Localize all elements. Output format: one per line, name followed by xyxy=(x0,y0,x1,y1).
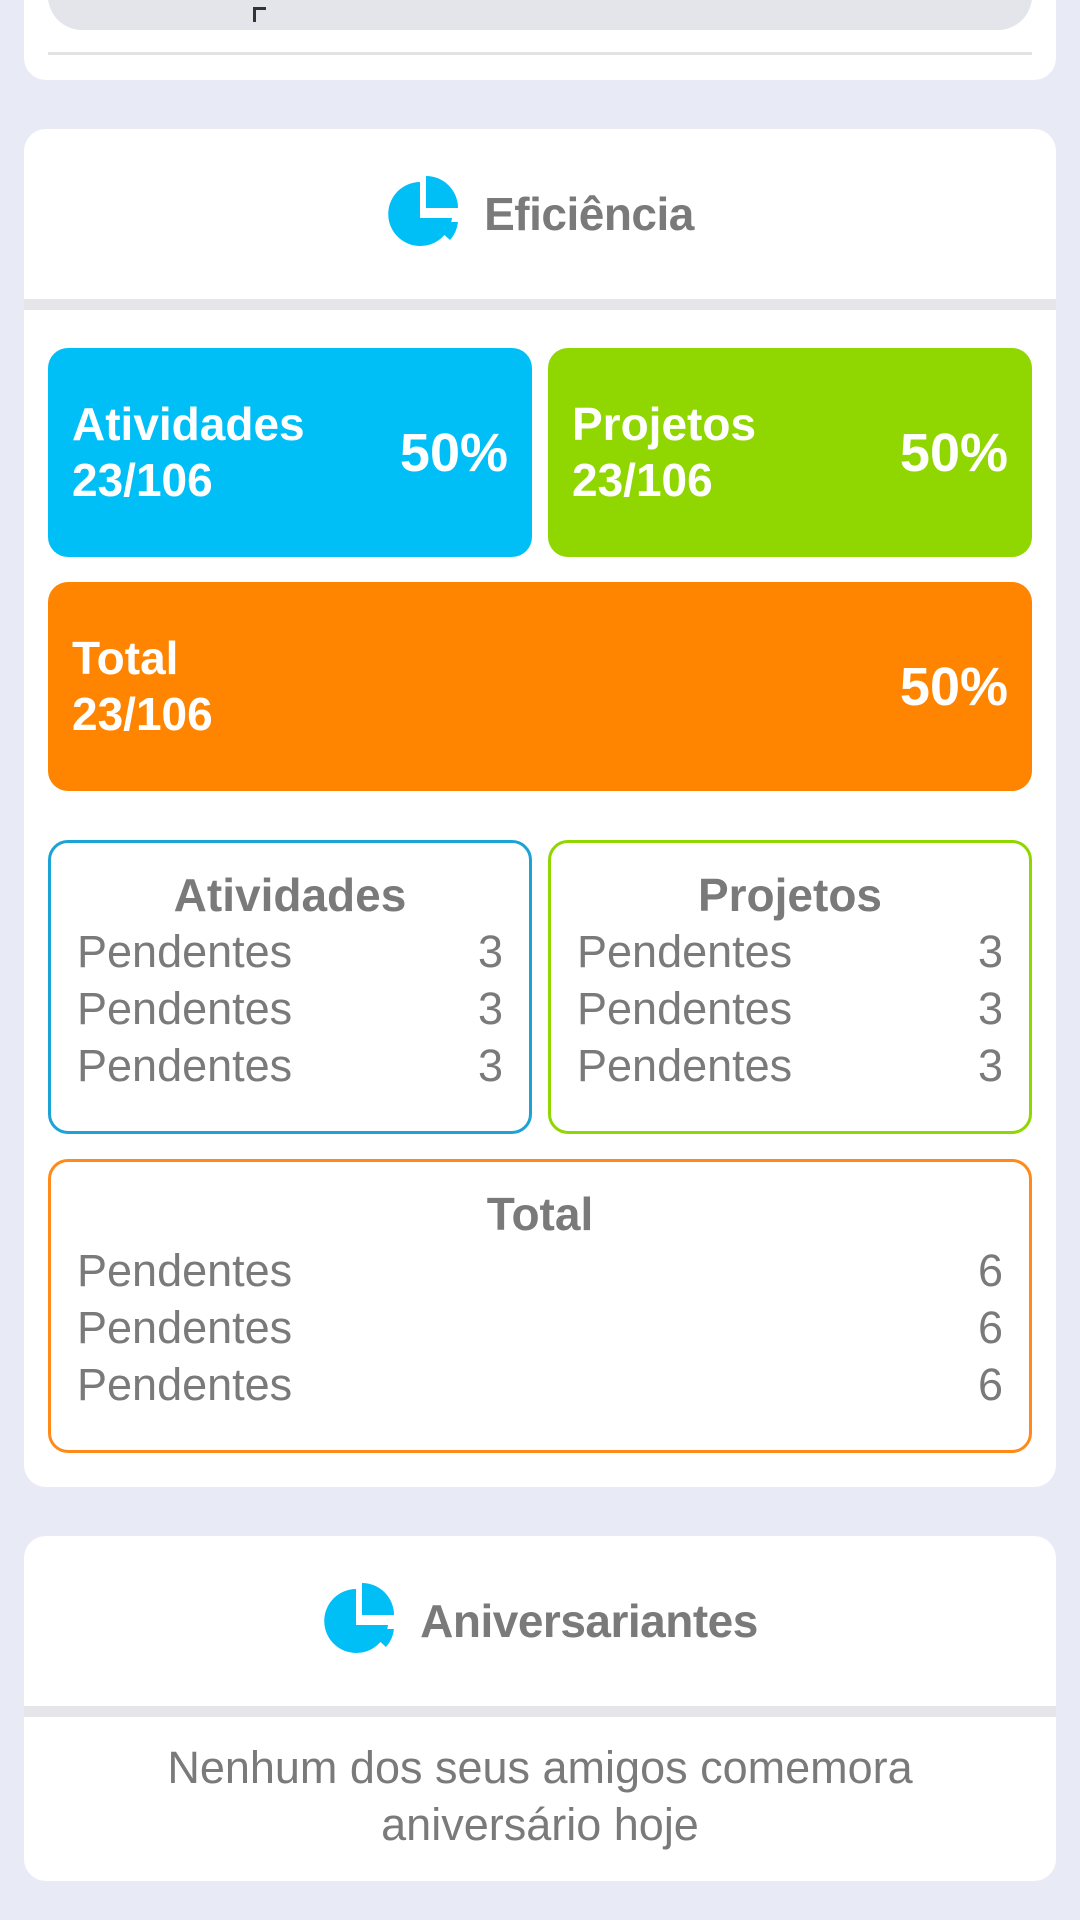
birthdays-card: Aniversariantes Nenhum dos seus amigos c… xyxy=(24,1536,1056,1881)
divider xyxy=(48,52,1032,55)
projetos-stat-label: Projetos xyxy=(572,398,757,450)
row-label: Pendentes xyxy=(77,926,293,977)
pie-chart-icon xyxy=(324,1583,395,1653)
row-label: Pendentes xyxy=(577,1040,793,1091)
total-stat-percent: 50% xyxy=(899,657,1008,717)
breakdown-row: Pendentes 3 xyxy=(551,923,1029,980)
atividades-breakdown-title: Atividades xyxy=(173,869,407,921)
breakdown-row: Pendentes 3 xyxy=(51,1037,529,1094)
total-breakdown-box: Total Pendentes 6 Pendentes 6 Pendentes … xyxy=(48,1159,1032,1453)
no-birthdays-message: Nenhum dos seus amigos comemora aniversá… xyxy=(24,1739,1056,1853)
projetos-stat-percent: 50% xyxy=(899,423,1008,483)
breakdown-row: Pendentes 6 xyxy=(51,1356,1029,1413)
atividades-stat-label-group: Atividades 23/106 xyxy=(72,396,305,508)
atividades-stat-count: 23/106 xyxy=(72,454,213,506)
projetos-breakdown-title: Projetos xyxy=(697,869,883,921)
message-line-1: Nenhum dos seus amigos comemora xyxy=(167,1742,913,1793)
efficiency-card: Eficiência Atividades 23/106 50% Projeto… xyxy=(24,129,1056,1487)
birthdays-title: Aniversariantes xyxy=(420,1595,758,1647)
previous-input-field[interactable] xyxy=(48,0,1032,30)
row-value: 3 xyxy=(477,983,503,1034)
row-value: 3 xyxy=(477,1040,503,1091)
breakdown-row: Pendentes 6 xyxy=(51,1242,1029,1299)
row-value: 3 xyxy=(477,926,503,977)
previous-card xyxy=(24,0,1056,80)
efficiency-title: Eficiência xyxy=(484,188,694,240)
row-label: Pendentes xyxy=(577,926,793,977)
row-value: 6 xyxy=(977,1302,1003,1353)
row-value: 3 xyxy=(977,926,1003,977)
projetos-stat-tile[interactable]: Projetos 23/106 50% xyxy=(548,348,1032,557)
row-label: Pendentes xyxy=(577,983,793,1034)
atividades-breakdown-box: Atividades Pendentes 3 Pendentes 3 Pende… xyxy=(48,840,532,1134)
row-value: 6 xyxy=(977,1245,1003,1296)
projetos-stat-label-group: Projetos 23/106 xyxy=(572,396,756,508)
cut-off-text xyxy=(253,7,266,22)
total-stat-count: 23/106 xyxy=(72,688,213,740)
message-line-2: aniversário hoje xyxy=(381,1799,699,1850)
total-stat-label: Total xyxy=(72,632,179,684)
atividades-stat-percent: 50% xyxy=(399,423,508,483)
total-breakdown-title: Total xyxy=(486,1188,594,1240)
efficiency-header: Eficiência xyxy=(24,129,1056,310)
projetos-breakdown-box: Projetos Pendentes 3 Pendentes 3 Pendent… xyxy=(548,840,1032,1134)
atividades-stat-tile[interactable]: Atividades 23/106 50% xyxy=(48,348,532,557)
row-label: Pendentes xyxy=(77,1302,293,1353)
row-value: 6 xyxy=(977,1359,1003,1410)
row-label: Pendentes xyxy=(77,1245,293,1296)
breakdown-row: Pendentes 3 xyxy=(551,980,1029,1037)
breakdown-row: Pendentes 3 xyxy=(51,923,529,980)
pie-chart-icon xyxy=(388,176,459,246)
row-label: Pendentes xyxy=(77,1040,293,1091)
row-label: Pendentes xyxy=(77,1359,293,1410)
birthdays-header: Aniversariantes xyxy=(24,1536,1056,1717)
row-value: 3 xyxy=(977,983,1003,1034)
row-label: Pendentes xyxy=(77,983,293,1034)
total-stat-tile[interactable]: Total 23/106 50% xyxy=(48,582,1032,791)
breakdown-row: Pendentes 3 xyxy=(51,980,529,1037)
atividades-stat-label: Atividades xyxy=(72,398,305,450)
total-stat-label-group: Total 23/106 xyxy=(72,630,213,742)
breakdown-row: Pendentes 6 xyxy=(51,1299,1029,1356)
projetos-stat-count: 23/106 xyxy=(572,454,713,506)
breakdown-row: Pendentes 3 xyxy=(551,1037,1029,1094)
row-value: 3 xyxy=(977,1040,1003,1091)
